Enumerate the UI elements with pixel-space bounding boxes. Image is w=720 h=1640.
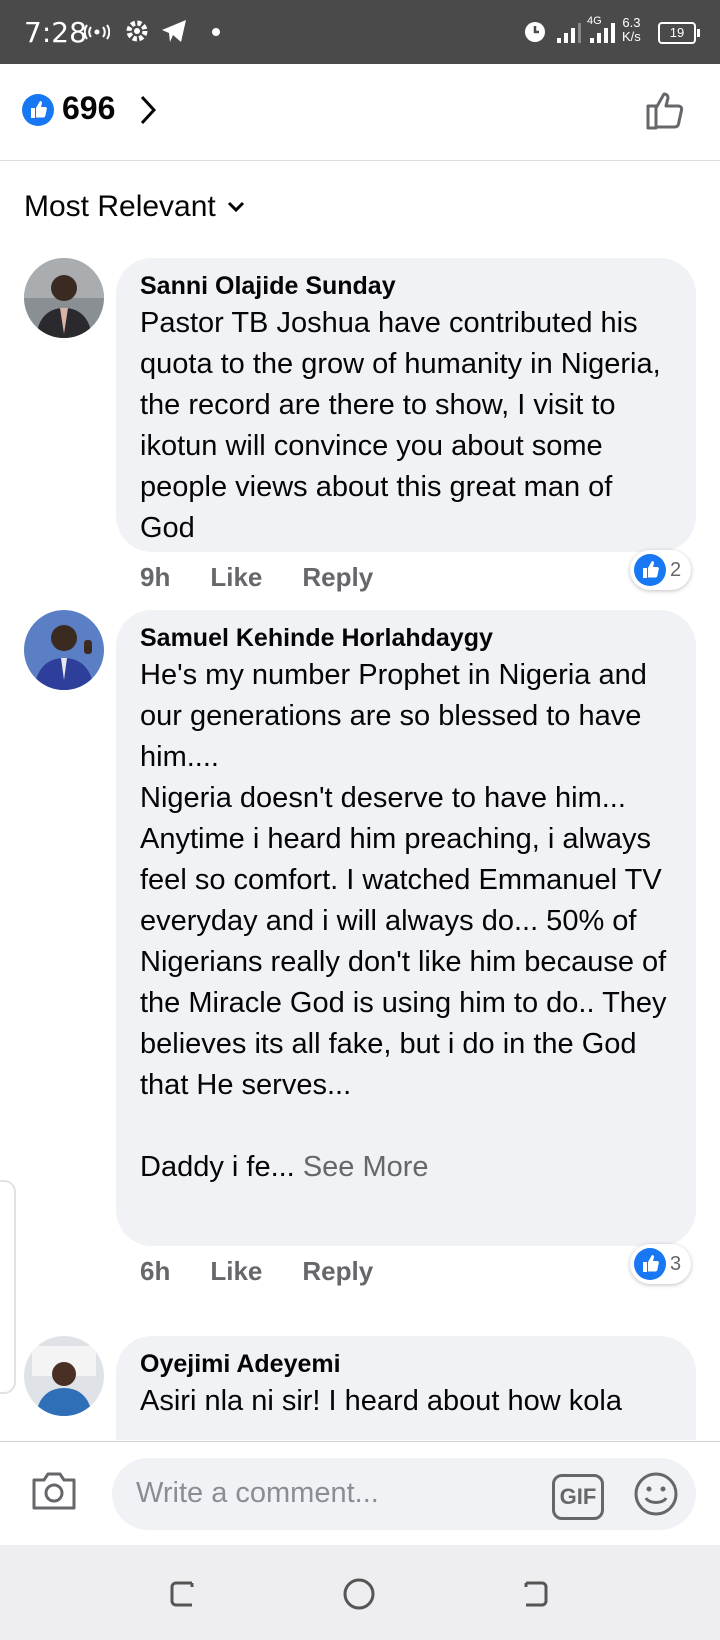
- signal-icon-1: [557, 23, 581, 43]
- like-post-icon[interactable]: [644, 88, 688, 132]
- gif-button[interactable]: GIF: [552, 1474, 604, 1520]
- home-icon[interactable]: [342, 1577, 376, 1611]
- comment-body: He's my number Prophet in Nigeria and ou…: [140, 659, 667, 1183]
- speed-unit: K/s: [622, 29, 641, 44]
- back-icon[interactable]: [518, 1577, 552, 1609]
- comment-bubble[interactable]: Oyejimi Adeyemi Asiri nla ni sir! I hear…: [116, 1336, 696, 1440]
- camera-icon[interactable]: [30, 1470, 78, 1512]
- notification-dot-icon: [212, 28, 220, 36]
- comment-bubble[interactable]: Samuel Kehinde Horlahdaygy He's my numbe…: [116, 610, 696, 1246]
- like-button[interactable]: Like: [210, 562, 262, 593]
- sheet-header: 696: [0, 64, 720, 161]
- like-reaction-icon: [634, 554, 666, 586]
- reply-button[interactable]: Reply: [302, 1256, 373, 1287]
- system-nav-bar: [0, 1545, 720, 1640]
- avatar[interactable]: [24, 1336, 104, 1416]
- status-bar: 7:28 4G 6.3 K/s 19: [0, 0, 720, 64]
- comment-author[interactable]: Sanni Olajide Sunday: [140, 272, 672, 301]
- comment-reactions[interactable]: 3: [630, 1244, 692, 1284]
- reaction-count[interactable]: 696: [62, 90, 115, 127]
- like-reaction-icon: [634, 1248, 666, 1280]
- like-button[interactable]: Like: [210, 1256, 262, 1287]
- comment-text: Pastor TB Joshua have contributed his qu…: [140, 307, 669, 544]
- comment-reactions[interactable]: 2: [630, 550, 692, 590]
- comment-actions: 9h Like Reply: [140, 562, 373, 593]
- status-time: 7:28: [24, 16, 87, 49]
- speed-value: 6.3: [622, 15, 641, 30]
- edge-panel-handle[interactable]: [0, 1180, 16, 1394]
- telegram-icon: [162, 20, 186, 42]
- comment-input[interactable]: Write a comment... GIF: [112, 1458, 696, 1530]
- battery-indicator: 19: [658, 22, 700, 44]
- comment-author[interactable]: Samuel Kehinde Horlahdaygy: [140, 624, 672, 653]
- sort-dropdown[interactable]: Most Relevant: [24, 190, 246, 224]
- reactions-comments-sheet: 696 Most Relevant Sanni Olajide Sunday P…: [0, 64, 720, 1440]
- recent-apps-icon[interactable]: [166, 1577, 200, 1609]
- comment-placeholder: Write a comment...: [136, 1477, 379, 1509]
- reaction-count: 3: [670, 1252, 682, 1275]
- chevron-right-icon[interactable]: [138, 94, 158, 126]
- see-more-link[interactable]: See More: [303, 1151, 429, 1183]
- comment-composer: Write a comment... GIF: [0, 1441, 720, 1546]
- chevron-down-icon: [227, 201, 244, 213]
- sort-label: Most Relevant: [24, 190, 216, 223]
- comment-author[interactable]: Oyejimi Adeyemi: [140, 1350, 672, 1379]
- hotspot-icon: [84, 24, 110, 40]
- avatar[interactable]: [24, 258, 104, 338]
- emoji-icon[interactable]: [632, 1470, 680, 1518]
- comment-time: 9h: [140, 562, 171, 592]
- comment-text: Asiri nla ni sir! I heard about how kola: [140, 1385, 622, 1417]
- speed-indicator: 6.3 K/s: [622, 16, 641, 44]
- signal-icon-2: [590, 23, 615, 43]
- comment-bubble[interactable]: Sanni Olajide Sunday Pastor TB Joshua ha…: [116, 258, 696, 552]
- comment-actions: 6h Like Reply: [140, 1256, 373, 1287]
- avatar[interactable]: [24, 610, 104, 690]
- alarm-icon: [525, 22, 545, 42]
- comment-time: 6h: [140, 1256, 171, 1286]
- like-reaction-icon: [22, 94, 54, 126]
- gear-icon: [126, 20, 148, 42]
- reply-button[interactable]: Reply: [302, 562, 373, 593]
- comment-text: He's my number Prophet in Nigeria and ou…: [140, 655, 672, 1188]
- reaction-count: 2: [670, 558, 682, 581]
